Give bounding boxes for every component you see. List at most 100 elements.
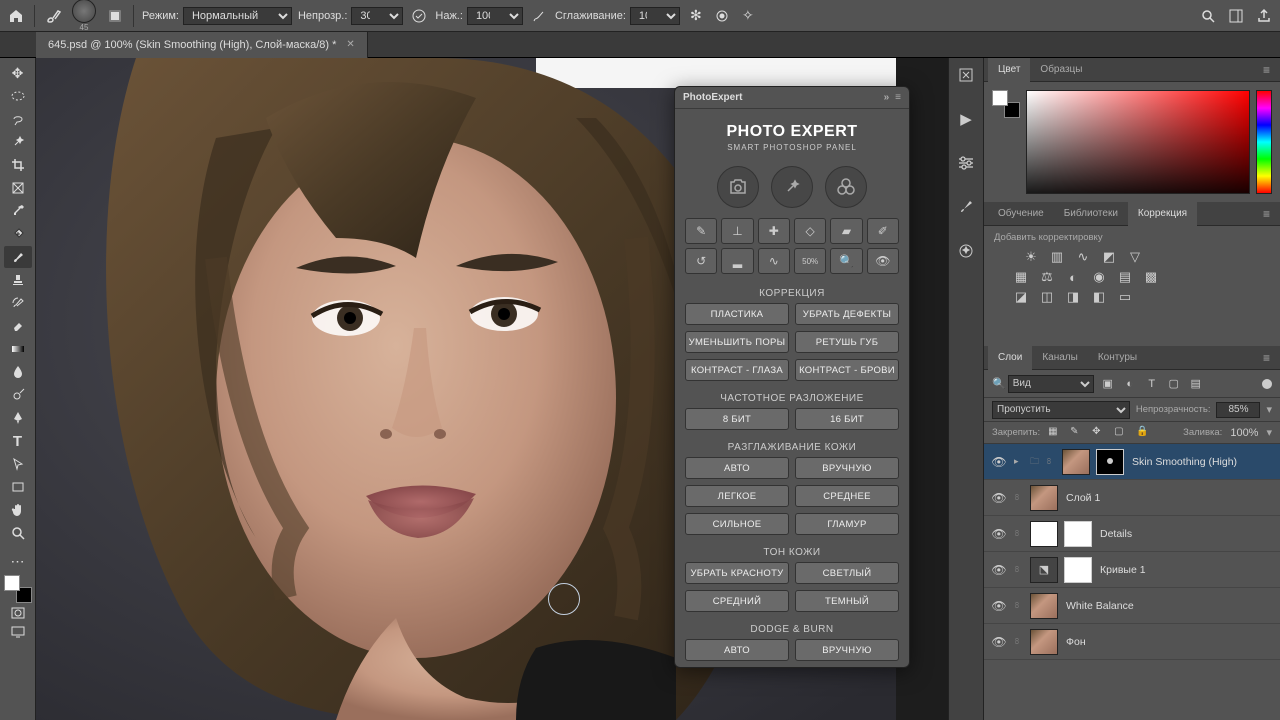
stamp-tool[interactable] bbox=[4, 269, 32, 291]
balance-icon[interactable]: ⚖ bbox=[1038, 269, 1056, 285]
close-icon[interactable]: ✕ bbox=[346, 39, 354, 50]
layer-opacity[interactable]: 85% bbox=[1216, 402, 1260, 418]
tool-patch-icon[interactable]: ◇ bbox=[794, 218, 826, 244]
quickmask-icon[interactable] bbox=[4, 604, 32, 622]
properties-icon[interactable] bbox=[953, 150, 979, 176]
wand-tool[interactable] bbox=[4, 131, 32, 153]
brush-panel-icon[interactable] bbox=[105, 6, 125, 26]
filter-adjust-icon[interactable]: ◐ bbox=[1122, 376, 1138, 392]
plugin-button[interactable]: СРЕДНИЙ bbox=[685, 590, 789, 612]
layer-thumb[interactable] bbox=[1030, 593, 1058, 619]
layer-thumb[interactable]: ⬔ bbox=[1030, 557, 1058, 583]
gradient-tool[interactable] bbox=[4, 338, 32, 360]
plugin-button[interactable]: ТЕМНЫЙ bbox=[795, 590, 899, 612]
healing-tool[interactable] bbox=[4, 223, 32, 245]
symmetry-icon[interactable]: ✧ bbox=[738, 6, 758, 26]
search-icon[interactable] bbox=[1198, 6, 1218, 26]
invert-icon[interactable]: ◪ bbox=[1012, 289, 1030, 305]
opacity-field[interactable]: Непрозр.: 30% bbox=[298, 7, 403, 25]
photofilter-icon[interactable]: ◉ bbox=[1090, 269, 1108, 285]
curves-icon[interactable]: ∿ bbox=[1074, 249, 1092, 265]
lock-all-icon[interactable]: 🔒 bbox=[1136, 426, 1150, 440]
tool-zoom-icon[interactable]: 🔍 bbox=[830, 248, 862, 274]
layer-thumb[interactable] bbox=[1062, 449, 1090, 475]
blend-mode[interactable]: Режим: Нормальный bbox=[142, 7, 292, 25]
plugin-button[interactable]: УБРАТЬ ДЕФЕКТЫ bbox=[795, 303, 899, 325]
layer-mask[interactable] bbox=[1064, 521, 1092, 547]
plugin-button[interactable]: ГЛАМУР bbox=[795, 513, 899, 535]
move-tool[interactable]: ✥ bbox=[4, 62, 32, 84]
layer-row[interactable]: 👁𝟾Слой 1 bbox=[984, 480, 1280, 516]
tab-channels[interactable]: Каналы bbox=[1032, 346, 1088, 370]
vibrance-icon[interactable]: ▽ bbox=[1126, 249, 1144, 265]
marquee-tool[interactable] bbox=[4, 85, 32, 107]
gear-icon[interactable]: ✻ bbox=[686, 6, 706, 26]
share-icon[interactable] bbox=[1254, 6, 1274, 26]
tool-stamp-icon[interactable]: ⊥ bbox=[721, 218, 753, 244]
threshold-icon[interactable]: ◨ bbox=[1064, 289, 1082, 305]
visibility-icon[interactable]: 👁 bbox=[990, 527, 1008, 541]
lasso-tool[interactable] bbox=[4, 108, 32, 130]
layer-mask[interactable] bbox=[1064, 557, 1092, 583]
zoom-tool[interactable] bbox=[4, 522, 32, 544]
plugin-button[interactable]: РЕТУШЬ ГУБ bbox=[795, 331, 899, 353]
blend-mode-select[interactable]: Пропустить bbox=[992, 401, 1130, 419]
posterize-icon[interactable]: ◫ bbox=[1038, 289, 1056, 305]
plugin-button[interactable]: ПЛАСТИКА bbox=[685, 303, 789, 325]
history-icon[interactable] bbox=[953, 62, 979, 88]
panel-menu-icon[interactable]: ≡ bbox=[1257, 351, 1276, 365]
tab-color[interactable]: Цвет bbox=[988, 58, 1030, 82]
tool-eye-icon[interactable]: 👁 bbox=[867, 248, 899, 274]
expand-icon[interactable]: ▸ bbox=[1014, 456, 1024, 467]
plugin-button[interactable]: ВРУЧНУЮ bbox=[795, 457, 899, 479]
airbrush-icon[interactable] bbox=[529, 6, 549, 26]
tab-libraries[interactable]: Библиотеки bbox=[1054, 202, 1128, 226]
panel-menu-icon[interactable]: ≡ bbox=[895, 92, 901, 103]
tab-layers[interactable]: Слои bbox=[988, 346, 1032, 370]
filter-toggle[interactable] bbox=[1262, 379, 1272, 389]
layer-mask[interactable] bbox=[1096, 449, 1124, 475]
tool-levels-icon[interactable]: ▂ bbox=[721, 248, 753, 274]
brushes-icon[interactable] bbox=[953, 194, 979, 220]
edit-toolbar-icon[interactable]: ⋯ bbox=[4, 552, 32, 570]
tool-brush-icon[interactable]: ✎ bbox=[685, 218, 717, 244]
lock-pos-icon[interactable]: ✥ bbox=[1092, 426, 1106, 440]
panel-menu-icon[interactable]: ≡ bbox=[1257, 207, 1276, 221]
plugin-button[interactable]: КОНТРАСТ - БРОВИ bbox=[795, 359, 899, 381]
blur-tool[interactable] bbox=[4, 361, 32, 383]
history-brush-tool[interactable] bbox=[4, 292, 32, 314]
color-field[interactable] bbox=[1026, 90, 1250, 194]
tool-50-icon[interactable]: 50% bbox=[794, 248, 826, 274]
filter-type-icon[interactable]: T bbox=[1144, 376, 1160, 392]
type-tool[interactable]: T bbox=[4, 430, 32, 452]
workspace-icon[interactable] bbox=[1226, 6, 1246, 26]
levels-icon[interactable]: ▥ bbox=[1048, 249, 1066, 265]
lock-trans-icon[interactable]: ▦ bbox=[1048, 426, 1062, 440]
tool-lasso-icon[interactable]: ↺ bbox=[685, 248, 717, 274]
shape-tool[interactable] bbox=[4, 476, 32, 498]
bw-icon[interactable]: ◐ bbox=[1064, 269, 1082, 285]
hand-tool[interactable] bbox=[4, 499, 32, 521]
smoothing-select[interactable]: 10% bbox=[630, 7, 680, 25]
plugin-button[interactable]: 16 БИТ bbox=[795, 408, 899, 430]
gradient-map-icon[interactable]: ▭ bbox=[1116, 289, 1134, 305]
tool-pen-icon[interactable]: ✐ bbox=[867, 218, 899, 244]
plugin-button[interactable]: ЛЕГКОЕ bbox=[685, 485, 789, 507]
brightness-icon[interactable]: ☀ bbox=[1022, 249, 1040, 265]
tab-swatches[interactable]: Образцы bbox=[1030, 58, 1092, 82]
actions-icon[interactable]: ▶ bbox=[953, 106, 979, 132]
plugin-icon[interactable] bbox=[953, 238, 979, 264]
eyedropper-tool[interactable] bbox=[4, 200, 32, 222]
visibility-icon[interactable]: 👁 bbox=[990, 491, 1008, 505]
hue-icon[interactable]: ▦ bbox=[1012, 269, 1030, 285]
plugin-button[interactable]: СИЛЬНОЕ bbox=[685, 513, 789, 535]
color-wheel-icon[interactable] bbox=[825, 166, 867, 208]
visibility-icon[interactable]: 👁 bbox=[990, 455, 1008, 469]
collapse-icon[interactable]: » bbox=[884, 92, 890, 103]
plugin-header[interactable]: PhotoExpert »≡ bbox=[675, 87, 909, 109]
home-icon[interactable] bbox=[6, 6, 26, 26]
layer-row[interactable]: 👁▸🗀𝟾Skin Smoothing (High) bbox=[984, 444, 1280, 480]
plugin-button[interactable]: КОНТРАСТ - ГЛАЗА bbox=[685, 359, 789, 381]
visibility-icon[interactable]: 👁 bbox=[990, 599, 1008, 613]
mixer-icon[interactable]: ▤ bbox=[1116, 269, 1134, 285]
